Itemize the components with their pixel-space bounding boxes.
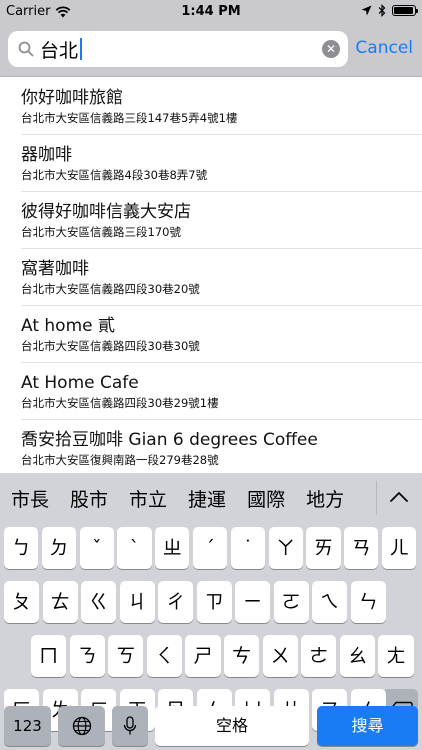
candidate-word[interactable]: 市長 xyxy=(11,485,49,512)
key[interactable]: ˇ xyxy=(79,527,114,569)
key[interactable]: ㄠ xyxy=(339,635,375,677)
key[interactable]: ㄕ xyxy=(185,635,221,677)
result-name: 喬安拾豆咖啡 Gian 6 degrees Coffee xyxy=(21,430,318,450)
key[interactable]: ㄟ xyxy=(312,581,348,623)
result-address: 台北市大安區信義路三段147巷5弄4號1樓 xyxy=(21,111,238,125)
dictation-key[interactable] xyxy=(112,706,148,746)
search-results-list: 你好咖啡旅館 台北市大安區信義路三段147巷5弄4號1樓 器咖啡 台北市大安區信… xyxy=(0,78,422,473)
key[interactable]: ˙ xyxy=(230,527,265,569)
key[interactable]: ㄋ xyxy=(69,635,105,677)
search-input[interactable]: 台北 xyxy=(40,37,83,62)
key[interactable]: ㄉ xyxy=(41,527,76,569)
result-row[interactable]: 喬安拾豆咖啡 Gian 6 degrees Coffee 台北市大安區復興南路一… xyxy=(0,420,422,473)
battery-icon xyxy=(392,5,418,16)
globe-key[interactable] xyxy=(58,706,105,746)
result-row[interactable]: 彼得好咖啡信義大安店 台北市大安區信義路三段170號 xyxy=(0,192,422,249)
key[interactable]: ˋ xyxy=(117,527,152,569)
text-caret xyxy=(80,38,83,60)
key[interactable]: ㄑ xyxy=(146,635,182,677)
key[interactable]: ㄨ xyxy=(262,635,298,677)
key[interactable]: ㄣ xyxy=(350,581,386,623)
candidate-word[interactable]: 捷運 xyxy=(188,485,226,512)
chevron-up-icon[interactable] xyxy=(388,487,410,509)
key[interactable]: ㄦ xyxy=(382,527,417,569)
key-row-2: ㄆㄊㄍㄐㄔㄗㄧㄛㄟㄣ xyxy=(0,581,422,623)
candidate-word[interactable]: 市立 xyxy=(129,485,167,512)
keyboard-bottom-row: 123 空格 搜尋 xyxy=(0,706,422,750)
key[interactable]: ㄎ xyxy=(108,635,144,677)
result-row[interactable]: 窩著咖啡 台北市大安區信義路四段30巷20號 xyxy=(0,249,422,306)
key[interactable]: ㄜ xyxy=(301,635,337,677)
result-address: 台北市大安區信義路四段30巷30號 xyxy=(21,339,200,353)
key[interactable]: ㄓ xyxy=(155,527,190,569)
globe-icon xyxy=(72,716,91,736)
bluetooth-icon xyxy=(378,4,386,17)
status-time: 1:44 PM xyxy=(181,4,241,19)
search-icon xyxy=(18,41,34,57)
key[interactable]: ㄚ xyxy=(268,527,303,569)
key[interactable]: ㄍ xyxy=(81,581,117,623)
key[interactable]: ㄢ xyxy=(344,527,379,569)
candidate-word[interactable]: 地方 xyxy=(306,485,344,512)
status-bar: Carrier 1:44 PM xyxy=(0,0,422,22)
key[interactable]: ㄇ xyxy=(31,635,67,677)
numbers-key[interactable]: 123 xyxy=(4,706,51,746)
result-row[interactable]: At Home Cafe 台北市大安區信義路四段30巷29號1樓 xyxy=(0,363,422,420)
candidate-word[interactable]: 國際 xyxy=(247,485,285,512)
key[interactable]: ㄘ xyxy=(224,635,260,677)
key[interactable]: ˊ xyxy=(193,527,228,569)
key[interactable]: ㄊ xyxy=(42,581,78,623)
space-key[interactable]: 空格 xyxy=(155,706,309,746)
search-query: 台北 xyxy=(40,39,79,62)
key-row-3: ㄇㄋㄎㄑㄕㄘㄨㄜㄠㄤ xyxy=(0,635,422,677)
result-address: 台北市大安區復興南路一段279巷28號 xyxy=(21,453,219,467)
key[interactable]: ㄧ xyxy=(235,581,271,623)
result-name: At home 貳 xyxy=(21,316,115,336)
result-address: 台北市大安區信義路四段30巷20號 xyxy=(21,282,200,296)
search-header: 台北 ✕ Cancel xyxy=(0,22,422,77)
key[interactable]: ㄅ xyxy=(4,527,39,569)
result-name: At Home Cafe xyxy=(21,373,139,393)
result-row[interactable]: At home 貳 台北市大安區信義路四段30巷30號 xyxy=(0,306,422,363)
clear-icon[interactable]: ✕ xyxy=(322,40,340,58)
key[interactable]: ㄐ xyxy=(119,581,155,623)
key[interactable]: ㄔ xyxy=(158,581,194,623)
key[interactable]: ㄗ xyxy=(196,581,232,623)
candidate-word[interactable]: 股市 xyxy=(70,485,108,512)
result-name: 器咖啡 xyxy=(21,145,72,165)
result-name: 彼得好咖啡信義大安店 xyxy=(21,202,191,222)
result-address: 台北市大安區信義路四段30巷29號1樓 xyxy=(21,396,219,410)
key-row-1: ㄅㄉ ˇ ˋ ㄓ ˊ ˙ ㄚㄞㄢㄦ xyxy=(0,527,422,569)
battery-level xyxy=(394,7,413,14)
search-field[interactable]: 台北 ✕ xyxy=(8,31,348,67)
key[interactable]: ㄤ xyxy=(378,635,414,677)
key[interactable]: ㄛ xyxy=(273,581,309,623)
candidate-bar: 市長 股市 市立 捷運 國際 地方 xyxy=(0,473,422,523)
cancel-button[interactable]: Cancel xyxy=(355,38,413,58)
key[interactable]: ㄆ xyxy=(4,581,40,623)
result-name: 窩著咖啡 xyxy=(21,259,89,279)
status-right xyxy=(361,4,418,17)
result-name: 你好咖啡旅館 xyxy=(21,88,123,108)
microphone-icon xyxy=(123,716,137,735)
candidate-divider xyxy=(376,481,377,515)
search-key[interactable]: 搜尋 xyxy=(317,706,418,746)
result-address: 台北市大安區信義路三段170號 xyxy=(21,225,181,239)
result-row[interactable]: 器咖啡 台北市大安區信義路4段30巷8弄7號 xyxy=(0,135,422,192)
result-row[interactable]: 你好咖啡旅館 台北市大安區信義路三段147巷5弄4號1樓 xyxy=(0,78,422,135)
location-arrow-icon xyxy=(361,5,372,16)
result-address: 台北市大安區信義路4段30巷8弄7號 xyxy=(21,168,208,182)
key[interactable]: ㄞ xyxy=(306,527,341,569)
